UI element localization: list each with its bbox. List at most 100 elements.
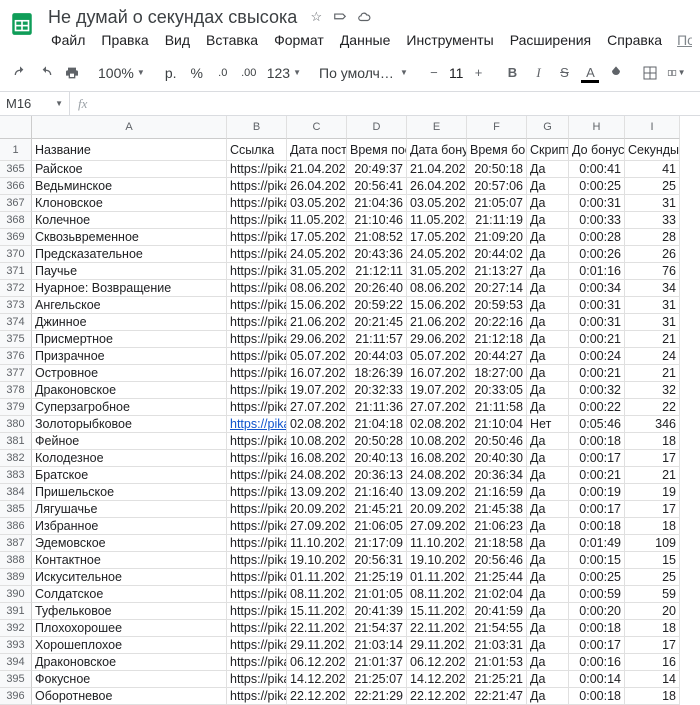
cell[interactable]: https://pikat xyxy=(227,246,287,263)
strike-button[interactable]: S xyxy=(552,60,576,86)
row-header[interactable]: 366 xyxy=(0,178,32,195)
cell[interactable]: 21:25:19 xyxy=(347,569,407,586)
cell[interactable]: 20:44:02 xyxy=(467,246,527,263)
cell[interactable]: 15.06.2021 xyxy=(287,297,347,314)
row-header[interactable]: 387 xyxy=(0,535,32,552)
cell[interactable]: 27.09.2021 xyxy=(287,518,347,535)
cell[interactable]: https://pikat xyxy=(227,433,287,450)
row-header[interactable]: 392 xyxy=(0,620,32,637)
cell[interactable]: Райское xyxy=(32,161,227,178)
cell[interactable]: 20.09.2021 xyxy=(407,501,467,518)
cell[interactable]: 0:00:59 xyxy=(569,586,625,603)
cell[interactable]: Эдемовское xyxy=(32,535,227,552)
decrease-decimals[interactable]: .0 xyxy=(211,60,235,86)
col-header[interactable]: E xyxy=(407,116,467,139)
cell[interactable]: 11.05.2021 xyxy=(287,212,347,229)
cell[interactable]: Нет xyxy=(527,416,569,433)
row-header[interactable]: 389 xyxy=(0,569,32,586)
cell[interactable]: Да xyxy=(527,603,569,620)
cell[interactable]: 18 xyxy=(625,620,680,637)
cell[interactable]: 21.04.2021 xyxy=(407,161,467,178)
cell[interactable]: https://pikat xyxy=(227,297,287,314)
cell[interactable]: 14 xyxy=(625,671,680,688)
move-icon[interactable] xyxy=(331,8,349,26)
row-header[interactable]: 396 xyxy=(0,688,32,705)
cell[interactable]: https://pikat xyxy=(227,263,287,280)
cell[interactable]: 18 xyxy=(625,433,680,450)
cell[interactable]: https://pikat xyxy=(227,518,287,535)
bold-button[interactable]: B xyxy=(500,60,524,86)
cell[interactable]: 24.05.2021 xyxy=(407,246,467,263)
cell[interactable]: Драконовское xyxy=(32,382,227,399)
cell[interactable]: 21:01:53 xyxy=(467,654,527,671)
cell[interactable]: 21:11:19 xyxy=(467,212,527,229)
cell[interactable]: https://pikat xyxy=(227,399,287,416)
merge-button[interactable]: ▼ xyxy=(664,60,688,86)
cell[interactable]: 31 xyxy=(625,297,680,314)
cell[interactable]: 21:12:18 xyxy=(467,331,527,348)
cell[interactable]: 29.06.2021 xyxy=(287,331,347,348)
cell[interactable]: 16 xyxy=(625,654,680,671)
cell[interactable]: 18 xyxy=(625,518,680,535)
cell[interactable]: 20:36:13 xyxy=(347,467,407,484)
cell[interactable]: 21:02:04 xyxy=(467,586,527,603)
row-header[interactable]: 380 xyxy=(0,416,32,433)
cell[interactable]: 0:00:18 xyxy=(569,433,625,450)
sheets-logo[interactable] xyxy=(8,6,36,42)
cell[interactable]: 29.11.2021 xyxy=(287,637,347,654)
cell[interactable]: 20:41:59 xyxy=(467,603,527,620)
cell[interactable]: 31.05.2021 xyxy=(287,263,347,280)
cell[interactable]: 26.04.2021 xyxy=(407,178,467,195)
cell[interactable]: https://pikat xyxy=(227,161,287,178)
cell[interactable]: Да xyxy=(527,229,569,246)
cell[interactable]: Да xyxy=(527,246,569,263)
cell[interactable]: Солдатское xyxy=(32,586,227,603)
row-header[interactable]: 390 xyxy=(0,586,32,603)
cell[interactable]: 27.09.2021 xyxy=(407,518,467,535)
cell[interactable]: Да xyxy=(527,314,569,331)
cell[interactable]: 21:16:59 xyxy=(467,484,527,501)
spreadsheet-grid[interactable]: ABCDEFGHI1НазваниеСсылкаДата постаВремя … xyxy=(0,116,700,705)
cell[interactable]: https://pikat xyxy=(227,229,287,246)
cell[interactable]: Да xyxy=(527,178,569,195)
cell[interactable]: Да xyxy=(527,688,569,705)
cell[interactable]: 59 xyxy=(625,586,680,603)
header-cell[interactable]: Время поста xyxy=(347,139,407,161)
cell[interactable]: 21:18:58 xyxy=(467,535,527,552)
cell[interactable]: 15 xyxy=(625,552,680,569)
cell[interactable]: Избранное xyxy=(32,518,227,535)
cell[interactable]: https://pikat xyxy=(227,654,287,671)
cell[interactable]: 27.07.2021 xyxy=(407,399,467,416)
cell[interactable]: 0:00:31 xyxy=(569,195,625,212)
cell[interactable]: 17 xyxy=(625,501,680,518)
cell[interactable]: 10.08.2021 xyxy=(407,433,467,450)
cell[interactable]: 06.12.2021 xyxy=(287,654,347,671)
cell[interactable]: 0:00:31 xyxy=(569,314,625,331)
header-cell[interactable]: Время бонуса xyxy=(467,139,527,161)
cell[interactable]: 17.05.2021 xyxy=(407,229,467,246)
cell[interactable]: 15.06.2021 xyxy=(407,297,467,314)
cell[interactable]: 21.04.2021 xyxy=(287,161,347,178)
cell[interactable]: 0:00:17 xyxy=(569,501,625,518)
cell[interactable]: https://pikat xyxy=(227,348,287,365)
cell[interactable]: https://pikat xyxy=(227,501,287,518)
cell[interactable]: 0:00:26 xyxy=(569,246,625,263)
cell[interactable]: 20:40:30 xyxy=(467,450,527,467)
cell[interactable]: 0:00:33 xyxy=(569,212,625,229)
cell[interactable]: Да xyxy=(527,620,569,637)
cell[interactable]: 29.06.2021 xyxy=(407,331,467,348)
cell[interactable]: https://pikat xyxy=(227,365,287,382)
cell[interactable]: 0:00:32 xyxy=(569,382,625,399)
row-header[interactable]: 370 xyxy=(0,246,32,263)
cell[interactable]: Предсказательное xyxy=(32,246,227,263)
cell[interactable]: 109 xyxy=(625,535,680,552)
header-cell[interactable]: Скрипт xyxy=(527,139,569,161)
cell[interactable]: 0:00:19 xyxy=(569,484,625,501)
cell[interactable]: 21:06:23 xyxy=(467,518,527,535)
cell[interactable]: 21:03:14 xyxy=(347,637,407,654)
col-header[interactable]: G xyxy=(527,116,569,139)
cell[interactable]: https://pikat xyxy=(227,620,287,637)
row-header[interactable]: 386 xyxy=(0,518,32,535)
text-color-button[interactable]: A xyxy=(578,60,602,86)
cell[interactable]: Ангельское xyxy=(32,297,227,314)
